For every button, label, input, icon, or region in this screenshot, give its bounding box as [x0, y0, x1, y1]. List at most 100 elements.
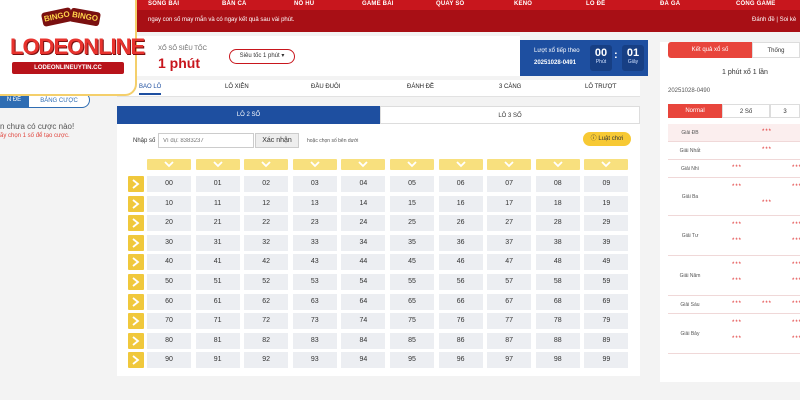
number-cell[interactable]: 12	[244, 195, 289, 212]
number-cell[interactable]: 87	[487, 332, 532, 349]
number-cell[interactable]: 15	[390, 195, 434, 212]
nav-item-fishing[interactable]: BẮN CÁ	[222, 1, 247, 7]
number-cell[interactable]: 95	[390, 352, 434, 369]
number-cell[interactable]: 13	[292, 195, 337, 212]
number-cell[interactable]: 33	[292, 234, 337, 251]
number-cell[interactable]: 82	[244, 332, 289, 349]
number-cell[interactable]: 77	[487, 313, 532, 330]
number-cell[interactable]: 08	[535, 176, 580, 192]
number-cell[interactable]: 00	[147, 176, 191, 192]
column-select-button[interactable]	[292, 159, 337, 170]
number-cell[interactable]: 21	[195, 215, 240, 232]
number-cell[interactable]: 65	[390, 293, 434, 310]
tab-dau-duoi[interactable]: ĐẦU ĐUÔI	[311, 84, 340, 90]
row-select-button[interactable]	[128, 293, 144, 310]
number-cell[interactable]: 79	[584, 313, 629, 330]
tab-lo-3-so[interactable]: LÔ 3 SỐ	[380, 106, 640, 124]
number-cell[interactable]: 10	[147, 195, 191, 212]
number-cell[interactable]: 67	[487, 293, 532, 310]
number-cell[interactable]: 45	[390, 254, 434, 271]
column-select-button[interactable]	[244, 159, 289, 170]
number-cell[interactable]: 29	[584, 215, 629, 232]
number-cell[interactable]: 78	[535, 313, 580, 330]
number-cell[interactable]: 53	[292, 274, 337, 290]
speed-select[interactable]: Siêu tốc 1 phút ▾	[229, 49, 295, 64]
nav-item-game-portal[interactable]: CỔNG GAME	[736, 1, 775, 7]
number-cell[interactable]: 05	[390, 176, 434, 192]
column-select-button[interactable]	[147, 159, 191, 170]
column-select-button[interactable]	[195, 159, 240, 170]
number-cell[interactable]: 30	[147, 234, 191, 251]
nav-item-keno[interactable]: KENO	[514, 1, 532, 7]
column-select-button[interactable]	[584, 159, 629, 170]
tab-3-cang[interactable]: 3 CÀNG	[499, 84, 521, 90]
row-select-button[interactable]	[128, 215, 144, 232]
number-cell[interactable]: 89	[584, 332, 629, 349]
number-cell[interactable]: 50	[147, 274, 191, 290]
tab-danh-de[interactable]: ĐÁNH ĐỀ	[407, 84, 434, 90]
tab-lo-2-so[interactable]: LÔ 2 SỐ	[117, 106, 380, 124]
number-cell[interactable]: 64	[341, 293, 386, 310]
number-cell[interactable]: 38	[535, 234, 580, 251]
number-cell[interactable]: 56	[438, 274, 483, 290]
nav-item-cockfight[interactable]: ĐÁ GÀ	[660, 1, 680, 7]
number-cell[interactable]: 41	[195, 254, 240, 271]
number-cell[interactable]: 90	[147, 352, 191, 369]
number-cell[interactable]: 32	[244, 234, 289, 251]
tab-3-so[interactable]: 3	[770, 104, 800, 118]
number-cell[interactable]: 62	[244, 293, 289, 310]
site-logo[interactable]: BINGO BINGO LODEONLINE LODEONLINEUYTIN.C…	[0, 0, 145, 96]
number-cell[interactable]: 55	[390, 274, 434, 290]
confirm-button[interactable]: Xác nhận	[255, 133, 299, 148]
number-cell[interactable]: 02	[244, 176, 289, 192]
column-select-button[interactable]	[341, 159, 386, 170]
number-cell[interactable]: 06	[438, 176, 483, 192]
row-select-button[interactable]	[128, 176, 144, 192]
number-cell[interactable]: 63	[292, 293, 337, 310]
number-cell[interactable]: 86	[438, 332, 483, 349]
number-cell[interactable]: 16	[438, 195, 483, 212]
number-cell[interactable]: 75	[390, 313, 434, 330]
tab-lo-xien[interactable]: LÔ XIÊN	[225, 84, 249, 90]
nav-item-lottery[interactable]: QUAY SỐ	[436, 1, 464, 7]
column-select-button[interactable]	[438, 159, 483, 170]
number-cell[interactable]: 85	[390, 332, 434, 349]
number-cell[interactable]: 18	[535, 195, 580, 212]
number-cell[interactable]: 31	[195, 234, 240, 251]
nav-item-card-games[interactable]: GAME BÀI	[362, 1, 394, 7]
number-cell[interactable]: 22	[244, 215, 289, 232]
number-cell[interactable]: 26	[438, 215, 483, 232]
row-select-button[interactable]	[128, 274, 144, 290]
number-cell[interactable]: 99	[584, 352, 629, 369]
number-cell[interactable]: 46	[438, 254, 483, 271]
number-cell[interactable]: 58	[535, 274, 580, 290]
number-cell[interactable]: 80	[147, 332, 191, 349]
number-cell[interactable]: 81	[195, 332, 240, 349]
row-select-button[interactable]	[128, 234, 144, 251]
number-cell[interactable]: 84	[341, 332, 386, 349]
tab-bao-lo[interactable]: BAO LÔ	[139, 84, 162, 95]
number-cell[interactable]: 47	[487, 254, 532, 271]
number-cell[interactable]: 24	[341, 215, 386, 232]
nav-item-lode[interactable]: LÔ ĐỀ	[586, 1, 605, 7]
number-cell[interactable]: 17	[487, 195, 532, 212]
number-cell[interactable]: 23	[292, 215, 337, 232]
column-select-button[interactable]	[390, 159, 434, 170]
number-cell[interactable]: 59	[584, 274, 629, 290]
number-cell[interactable]: 39	[584, 234, 629, 251]
number-cell[interactable]: 92	[244, 352, 289, 369]
number-cell[interactable]: 19	[584, 195, 629, 212]
number-cell[interactable]: 54	[341, 274, 386, 290]
nav-item-slots[interactable]: NỔ HŨ	[294, 1, 314, 7]
number-cell[interactable]: 11	[195, 195, 240, 212]
column-select-button[interactable]	[487, 159, 532, 170]
notice-links[interactable]: Đánh đề | Soi kè	[752, 17, 796, 23]
number-cell[interactable]: 52	[244, 274, 289, 290]
number-cell[interactable]: 88	[535, 332, 580, 349]
number-cell[interactable]: 91	[195, 352, 240, 369]
number-cell[interactable]: 68	[535, 293, 580, 310]
number-cell[interactable]: 98	[535, 352, 580, 369]
number-cell[interactable]: 70	[147, 313, 191, 330]
row-select-button[interactable]	[128, 313, 144, 330]
number-cell[interactable]: 96	[438, 352, 483, 369]
